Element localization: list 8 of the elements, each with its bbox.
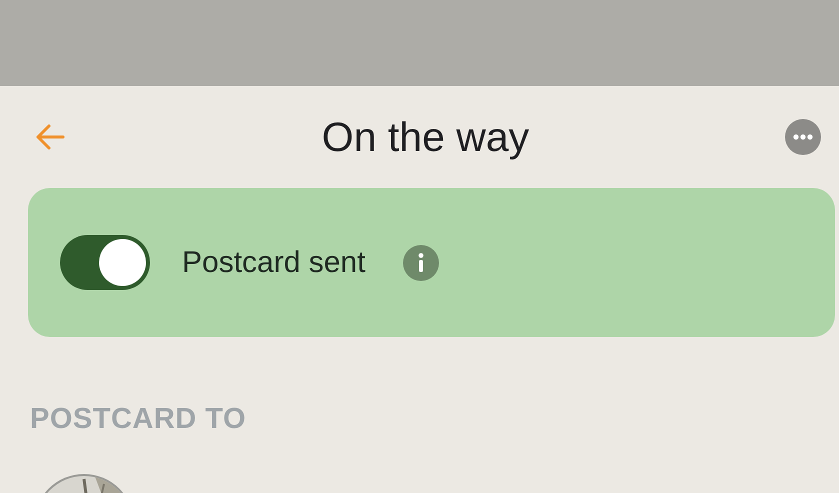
- back-arrow-icon: [34, 123, 66, 151]
- more-icon: [784, 119, 821, 155]
- section-heading: POSTCARD TO: [30, 403, 248, 436]
- more-button[interactable]: [784, 119, 821, 155]
- info-icon[interactable]: [403, 244, 440, 280]
- toggle-label: Postcard sent: [182, 246, 366, 280]
- screen-title: On the way: [322, 114, 530, 160]
- back-button[interactable]: [34, 123, 66, 151]
